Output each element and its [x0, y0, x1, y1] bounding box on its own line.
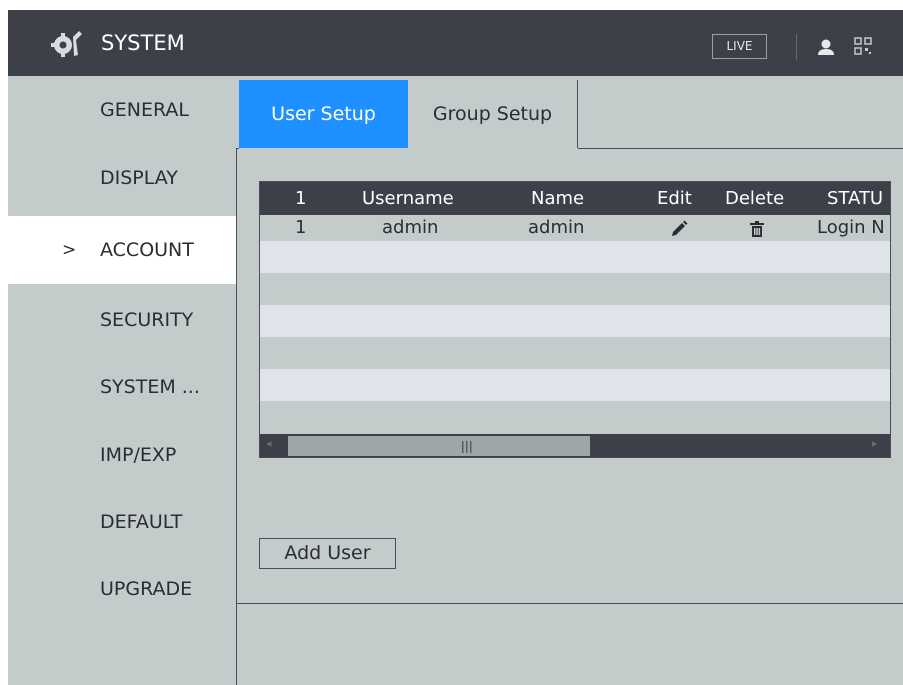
column-header-delete[interactable]: Delete [725, 182, 784, 215]
sidebar-item-general[interactable]: GENERAL [8, 76, 236, 144]
top-bar: SYSTEM LIVE [8, 10, 903, 76]
app-title: SYSTEM [101, 31, 185, 55]
tab-divider [236, 148, 239, 149]
sidebar-item-upgrade[interactable]: UPGRADE [8, 555, 236, 623]
sidebar-item-account[interactable]: > ACCOUNT [8, 216, 236, 284]
sidebar-item-default[interactable]: DEFAULT [8, 488, 236, 556]
table-row[interactable]: 1 admin admin Login N [260, 215, 890, 241]
table-row [260, 369, 890, 401]
system-settings-icon [51, 31, 82, 57]
tab-user-setup[interactable]: User Setup [239, 80, 408, 148]
table-row [260, 337, 890, 369]
delete-icon[interactable] [749, 221, 765, 237]
scroll-right-arrow-icon[interactable]: ▸ [872, 437, 878, 450]
sidebar-item-label: UPGRADE [100, 578, 193, 600]
sidebar-item-system[interactable]: SYSTEM ... [8, 353, 236, 421]
table-row [260, 401, 890, 434]
cell-status: Login N [817, 217, 885, 238]
system-window: SYSTEM LIVE GENERAL DISPLAY > ACCOUNT SE… [8, 10, 903, 685]
sidebar-item-label: GENERAL [100, 99, 189, 121]
sidebar: GENERAL DISPLAY > ACCOUNT SECURITY SYSTE… [8, 76, 236, 685]
cell-index: 1 [295, 217, 307, 238]
column-header-status[interactable]: STATU [827, 182, 883, 215]
grip-icon [462, 441, 472, 453]
table-row [260, 305, 890, 337]
scrollbar-thumb[interactable] [288, 436, 590, 456]
sidebar-item-imp-exp[interactable]: IMP/EXP [8, 421, 236, 489]
scroll-left-arrow-icon[interactable]: ◂ [266, 437, 272, 450]
cell-name: admin [528, 217, 585, 238]
column-header-edit[interactable]: Edit [657, 182, 692, 215]
sidebar-divider [236, 148, 237, 685]
sidebar-item-label: SYSTEM ... [100, 376, 200, 398]
qr-code-icon[interactable] [854, 37, 872, 55]
header-divider [796, 34, 797, 60]
sidebar-item-label: IMP/EXP [100, 444, 177, 466]
sidebar-item-label: DEFAULT [100, 511, 183, 533]
user-icon[interactable] [816, 37, 836, 57]
table-row [260, 273, 890, 305]
add-user-button[interactable]: Add User [259, 538, 396, 569]
tab-divider [578, 148, 903, 149]
table-row [260, 241, 890, 273]
sidebar-item-label: ACCOUNT [100, 239, 194, 261]
edit-icon[interactable] [670, 220, 688, 238]
tab-group-setup[interactable]: Group Setup [408, 80, 578, 148]
sidebar-item-label: DISPLAY [100, 167, 178, 189]
column-header-index[interactable]: 1 [295, 182, 306, 215]
table-header: 1 Username Name Edit Delete STATU [260, 182, 890, 215]
horizontal-scrollbar[interactable]: ◂ ▸ [260, 434, 890, 457]
footer-divider [236, 603, 903, 604]
sidebar-item-security[interactable]: SECURITY [8, 286, 236, 354]
column-header-username[interactable]: Username [362, 182, 454, 215]
user-table: 1 Username Name Edit Delete STATU 1 admi… [259, 181, 891, 458]
live-button[interactable]: LIVE [712, 34, 767, 59]
sidebar-item-label: SECURITY [100, 309, 194, 331]
active-indicator: > [62, 240, 77, 260]
sidebar-item-display[interactable]: DISPLAY [8, 144, 236, 212]
cell-username: admin [382, 217, 439, 238]
column-header-name[interactable]: Name [531, 182, 584, 215]
